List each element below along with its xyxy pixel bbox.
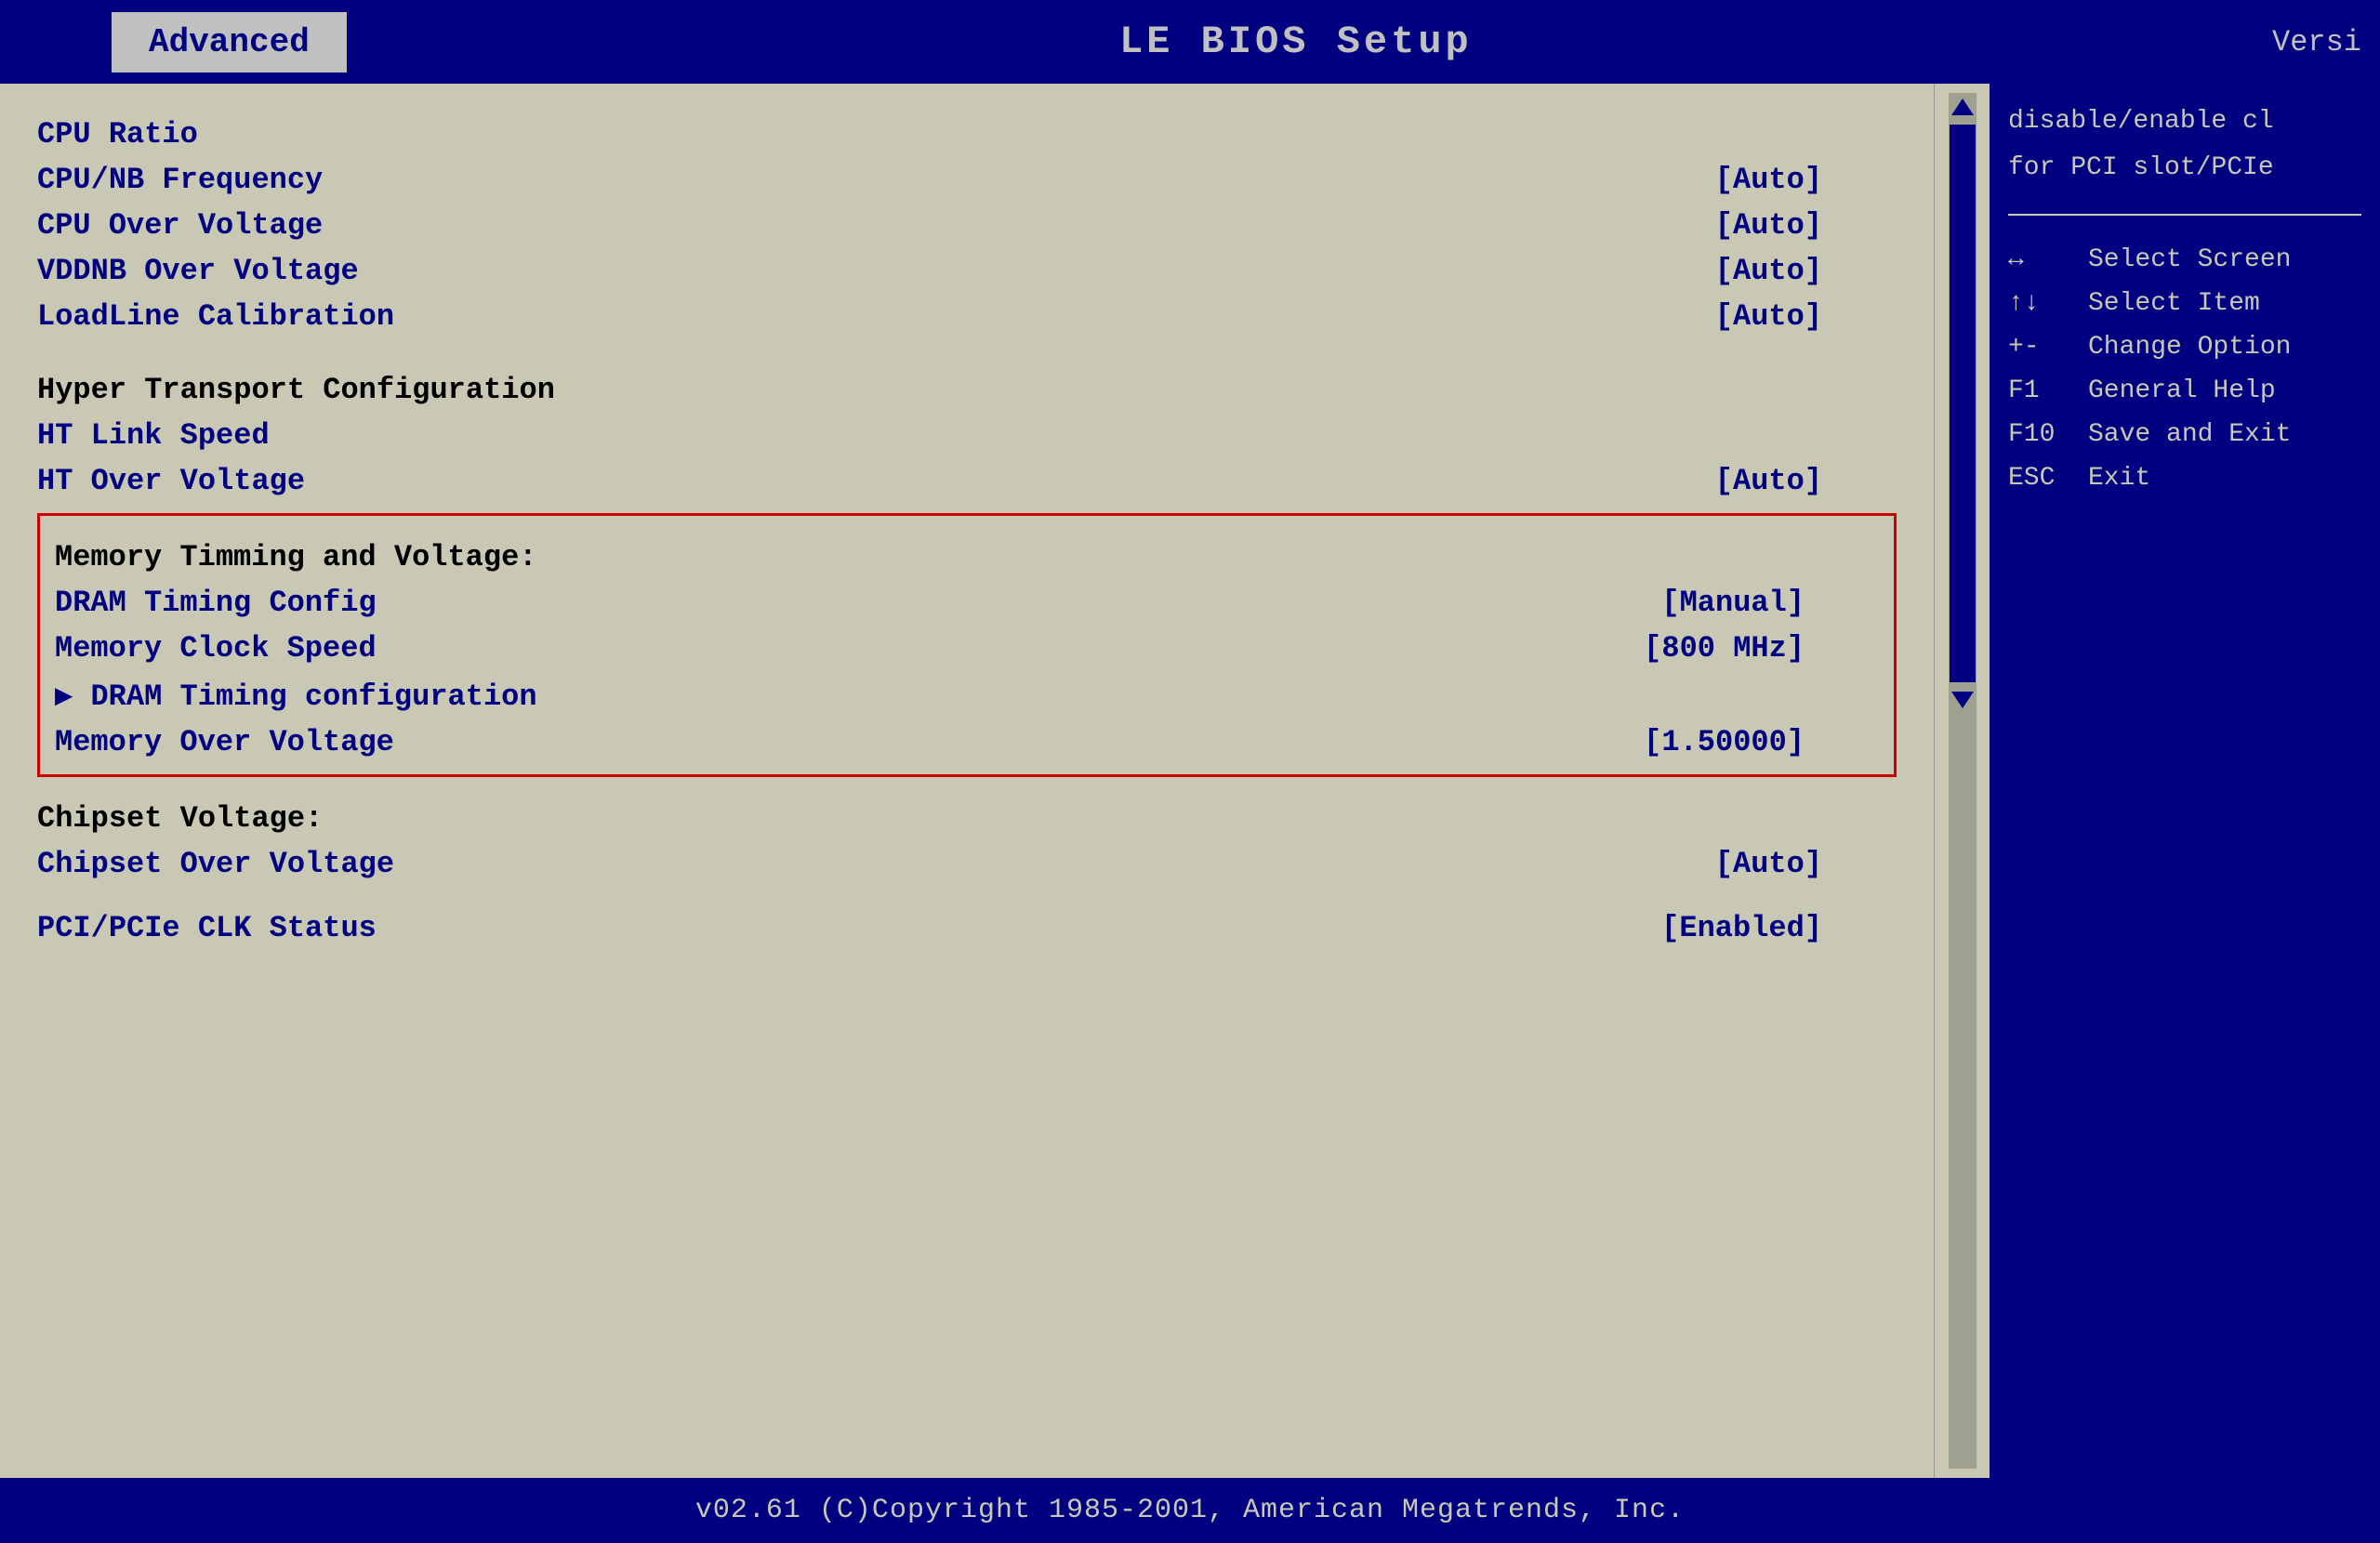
main-content: CPU Ratio CPU/NB Frequency [Auto] CPU Ov… [0,84,2380,1478]
key-f10: F10 [2008,420,2073,449]
desc-save-exit: Save and Exit [2088,420,2291,449]
header-bar: Advanced LE BIOS Setup Versi [0,0,2380,84]
help-key-esc: ESC Exit [2008,460,2361,496]
spacer2 [37,887,1897,905]
advanced-tab[interactable]: Advanced [112,12,347,73]
memory-over-voltage-item[interactable]: Memory Over Voltage [1.50000] [55,719,1879,765]
memory-section: Memory Timming and Voltage: DRAM Timing … [37,513,1897,777]
key-esc: ESC [2008,464,2073,493]
help-description-line2: for PCI slot/PCIe [2008,149,2361,188]
version-label: Versi [2272,25,2361,59]
cpu-nb-freq-item[interactable]: CPU/NB Frequency [Auto] [37,157,1897,203]
ht-link-speed-item[interactable]: HT Link Speed [37,413,1897,458]
vddnb-over-voltage-item[interactable]: VDDNB Over Voltage [Auto] [37,248,1897,294]
spacer1 [37,339,1897,358]
help-key-select-item: ↑↓ Select Item [2008,285,2361,322]
scroll-thumb[interactable] [1950,125,1976,682]
help-key-select-screen: ↔ Select Screen [2008,242,2361,278]
memory-clock-speed-item[interactable]: Memory Clock Speed [800 MHz] [55,626,1879,671]
desc-exit: Exit [2088,464,2150,493]
help-panel: disable/enable cl for PCI slot/PCIe ↔ Se… [1990,84,2380,1478]
pci-pcie-clk-status-item[interactable]: PCI/PCIe CLK Status [Enabled] [37,905,1897,951]
desc-select-item: Select Item [2088,289,2260,318]
key-f1: F1 [2008,376,2073,405]
dram-timing-configuration-item[interactable]: ▶ DRAM Timing configuration [55,671,1879,719]
scrollbar-track[interactable] [1949,93,1977,1469]
cpu-over-voltage-item[interactable]: CPU Over Voltage [Auto] [37,203,1897,248]
bios-title: LE BIOS Setup [1119,20,1473,64]
desc-general-help: General Help [2088,376,2276,405]
ht-section-header: Hyper Transport Configuration [37,358,1897,413]
help-key-change-option: +- Change Option [2008,329,2361,365]
help-key-f10: F10 Save and Exit [2008,416,2361,453]
desc-select-screen: Select Screen [2088,245,2291,274]
help-key-f1: F1 General Help [2008,373,2361,409]
footer-text: v02.61 (C)Copyright 1985-2001, American … [695,1495,1685,1526]
memory-section-header: Memory Timming and Voltage: [55,525,1879,580]
bios-screen: Advanced LE BIOS Setup Versi CPU Ratio C… [0,0,2380,1543]
scroll-arrow-up-icon[interactable] [1951,99,1974,115]
chipset-section-header: Chipset Voltage: [37,786,1897,841]
scrollbar-panel [1934,84,1990,1478]
desc-change-option: Change Option [2088,333,2291,362]
help-description-line1: disable/enable cl [2008,102,2361,141]
cpu-ratio-item[interactable]: CPU Ratio [37,112,1897,157]
footer-bar: v02.61 (C)Copyright 1985-2001, American … [0,1478,2380,1543]
key-arrows-ud: ↑↓ [2008,289,2073,318]
loadline-calibration-item[interactable]: LoadLine Calibration [Auto] [37,294,1897,339]
key-arrows-lr: ↔ [2008,245,2073,274]
key-plus-minus: +- [2008,333,2073,362]
dram-timing-config-item[interactable]: DRAM Timing Config [Manual] [55,580,1879,626]
ht-over-voltage-item[interactable]: HT Over Voltage [Auto] [37,458,1897,504]
chipset-over-voltage-item[interactable]: Chipset Over Voltage [Auto] [37,841,1897,887]
menu-panel: CPU Ratio CPU/NB Frequency [Auto] CPU Ov… [0,84,1934,1478]
help-divider [2008,214,2361,216]
scroll-arrow-down-icon[interactable] [1951,692,1974,708]
